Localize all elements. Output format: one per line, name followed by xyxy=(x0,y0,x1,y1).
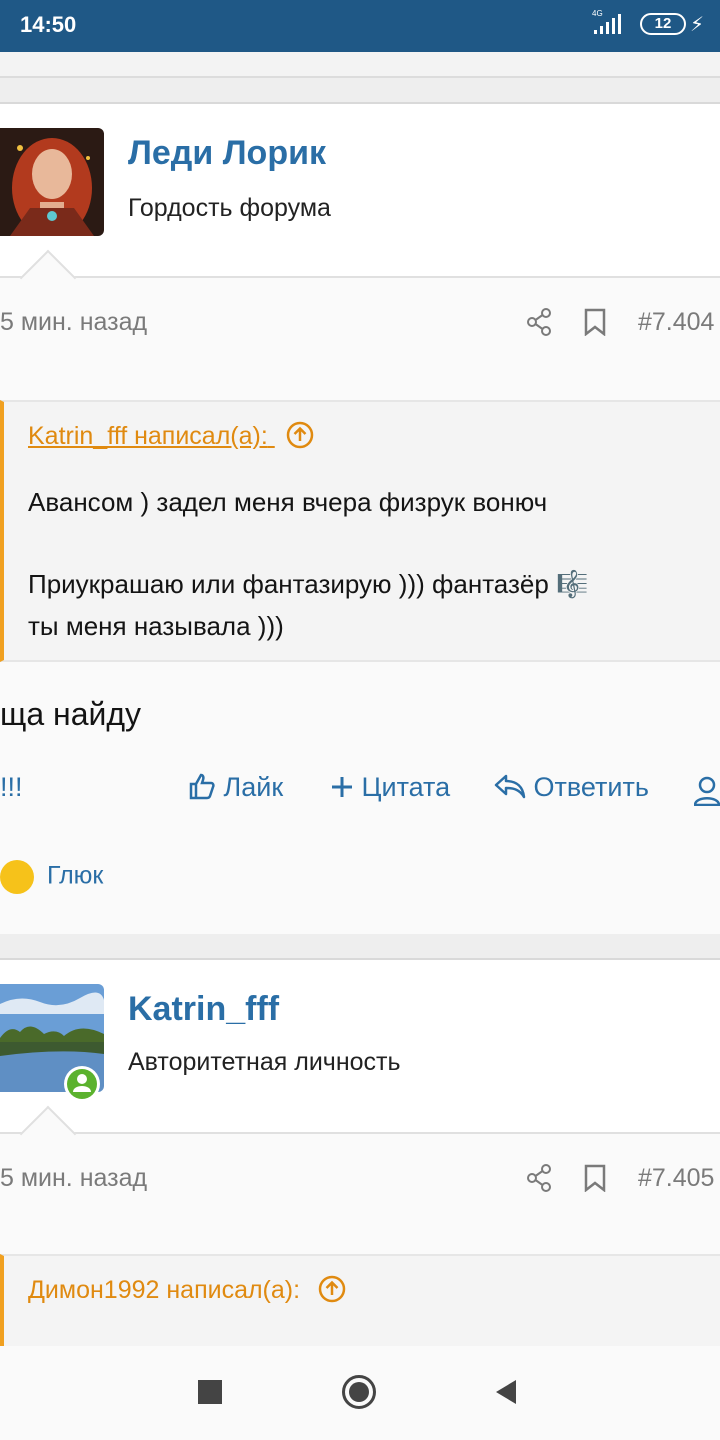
author-name[interactable]: Леди Лорик xyxy=(128,134,326,173)
post: Леди Лорик Гордость форума 5 мин. назад … xyxy=(0,102,720,934)
post-number[interactable]: #7.405 xyxy=(638,1164,714,1193)
quote-author-link[interactable]: Димон1992 написал(а): xyxy=(28,1274,347,1305)
post-header: Леди Лорик Гордость форума xyxy=(0,104,720,278)
post-number[interactable]: #7.404 xyxy=(638,308,714,337)
quote-block: Katrin_fff написал(а): Авансом ) задел м… xyxy=(0,400,720,662)
charging-icon: ⚡ xyxy=(690,14,705,36)
online-status-icon xyxy=(64,1066,100,1102)
quote-line: ты меня называла ))) xyxy=(28,611,284,641)
extra-action[interactable]: !!! xyxy=(0,772,23,803)
user-icon[interactable] xyxy=(694,776,720,806)
thumbs-up-icon xyxy=(189,773,215,800)
post-actions: !!! Лайк Цитата Ответить xyxy=(0,772,720,812)
home-icon[interactable] xyxy=(341,1374,377,1410)
arrow-up-circle-icon[interactable] xyxy=(285,420,315,450)
share-icon[interactable] xyxy=(526,1164,554,1192)
author-name[interactable]: Katrin_fff xyxy=(128,990,279,1029)
quote-line: Авансом ) задел меня вчера физрук вонюч xyxy=(28,487,548,517)
share-icon[interactable] xyxy=(526,308,554,336)
recents-icon[interactable] xyxy=(198,1380,222,1404)
post-header: Katrin_fff Авторитетная личность xyxy=(0,960,720,1134)
post: Katrin_fff Авторитетная личность 5 мин. … xyxy=(0,958,720,1354)
post-time[interactable]: 5 мин. назад xyxy=(0,308,147,337)
battery-icon: 12 xyxy=(640,13,686,35)
status-bar: 14:50 4G 12 ⚡ xyxy=(0,0,720,52)
quote-author-link[interactable]: Katrin_fff написал(а): xyxy=(28,420,315,451)
post-body: ща найду xyxy=(0,696,142,732)
reply-icon xyxy=(494,774,526,799)
like-button[interactable]: Лайк xyxy=(188,772,283,803)
author-rank: Авторитетная личность xyxy=(128,1048,401,1076)
avatar[interactable] xyxy=(0,128,104,236)
quote-label: Цитата xyxy=(361,772,451,802)
reaction-user[interactable]: Глюк xyxy=(47,862,103,890)
like-label: Лайк xyxy=(223,772,284,802)
plus-icon xyxy=(332,777,352,797)
system-nav-bar xyxy=(0,1346,720,1440)
back-icon[interactable] xyxy=(494,1379,518,1405)
author-rank: Гордость форума xyxy=(128,194,331,222)
post-time[interactable]: 5 мин. назад xyxy=(0,1164,147,1193)
reaction-summary[interactable]: Глюк xyxy=(0,860,103,894)
bookmark-icon[interactable] xyxy=(584,308,606,336)
bookmark-icon[interactable] xyxy=(584,1164,606,1192)
signal-icon xyxy=(594,14,621,34)
quote-author-label: Димон1992 написал(а): xyxy=(28,1276,301,1304)
status-time: 14:50 xyxy=(20,12,77,37)
top-strip xyxy=(0,52,720,78)
reply-button[interactable]: Ответить xyxy=(494,772,649,803)
quote-button[interactable]: Цитата xyxy=(330,772,450,803)
quote-author-label: Katrin_fff написал(а): xyxy=(28,422,268,450)
laughing-emoji-icon xyxy=(0,860,34,894)
reply-label: Ответить xyxy=(533,772,649,802)
arrow-up-circle-icon[interactable] xyxy=(317,1274,347,1304)
quote-line: Приукрашаю или фантазирую ))) фантазёр 🎼 xyxy=(28,569,589,599)
quote-block: Димон1992 написал(а): xyxy=(0,1254,720,1354)
